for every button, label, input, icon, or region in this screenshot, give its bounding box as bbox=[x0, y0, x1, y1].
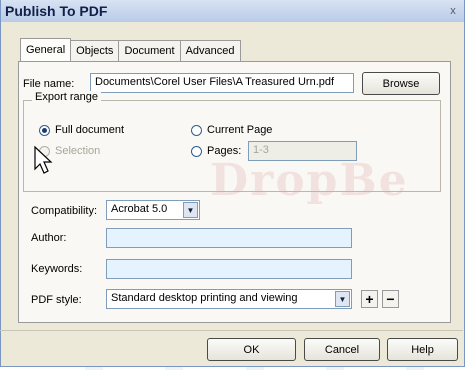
chevron-down-icon[interactable]: ▼ bbox=[183, 202, 198, 218]
export-range-title: Export range bbox=[32, 91, 101, 103]
current-page-radio[interactable] bbox=[191, 125, 202, 136]
add-style-button[interactable]: + bbox=[361, 290, 378, 308]
tab-objects[interactable]: Objects bbox=[70, 40, 120, 61]
pdf-style-label: PDF style: bbox=[31, 294, 82, 306]
footer-separator bbox=[0, 330, 463, 331]
keywords-field[interactable] bbox=[106, 259, 352, 279]
tab-strip: General Objects Document Advanced bbox=[20, 38, 241, 61]
compatibility-label: Compatibility: bbox=[31, 205, 98, 217]
tab-label: Objects bbox=[76, 45, 114, 57]
pages-label: Pages: bbox=[207, 145, 242, 157]
file-name-field[interactable]: Documents\Corel User Files\A Treasured U… bbox=[90, 73, 354, 93]
title-bar: Publish To PDF bbox=[1, 0, 464, 22]
pdf-style-dropdown[interactable]: Standard desktop printing and viewing bbox=[106, 289, 352, 309]
full-document-label: Full document bbox=[55, 124, 125, 136]
tab-general[interactable]: General bbox=[20, 38, 72, 61]
help-label: Help bbox=[411, 343, 434, 356]
cancel-label: Cancel bbox=[324, 343, 360, 356]
selection-label: Selection bbox=[55, 145, 101, 157]
full-document-radio[interactable] bbox=[39, 125, 50, 136]
tab-document[interactable]: Document bbox=[118, 40, 181, 61]
close-button[interactable]: x bbox=[446, 4, 460, 18]
tab-label: General bbox=[26, 44, 66, 56]
plus-icon: + bbox=[365, 291, 374, 307]
close-icon: x bbox=[450, 5, 456, 17]
chevron-down-icon[interactable]: ▼ bbox=[335, 291, 350, 307]
minus-icon: − bbox=[386, 291, 395, 307]
author-field[interactable] bbox=[106, 228, 352, 248]
author-label: Author: bbox=[31, 232, 67, 244]
tab-label: Advanced bbox=[185, 45, 235, 57]
remove-style-button[interactable]: − bbox=[382, 290, 399, 308]
window-title: Publish To PDF bbox=[5, 3, 108, 19]
ok-label: OK bbox=[243, 343, 260, 356]
cancel-button[interactable]: Cancel bbox=[304, 338, 380, 361]
tab-label: Document bbox=[124, 45, 175, 57]
browse-button[interactable]: Browse bbox=[362, 72, 440, 95]
pages-field[interactable]: 1-3 bbox=[248, 141, 357, 161]
ok-button[interactable]: OK bbox=[207, 338, 296, 361]
current-page-label: Current Page bbox=[207, 124, 273, 136]
file-name-label: File name: bbox=[23, 78, 75, 90]
help-button[interactable]: Help bbox=[387, 338, 458, 361]
browse-label: Browse bbox=[382, 77, 420, 90]
pages-radio[interactable] bbox=[191, 146, 202, 157]
keywords-label: Keywords: bbox=[31, 263, 83, 275]
tab-advanced[interactable]: Advanced bbox=[179, 40, 241, 61]
mouse-cursor-icon bbox=[34, 145, 53, 174]
